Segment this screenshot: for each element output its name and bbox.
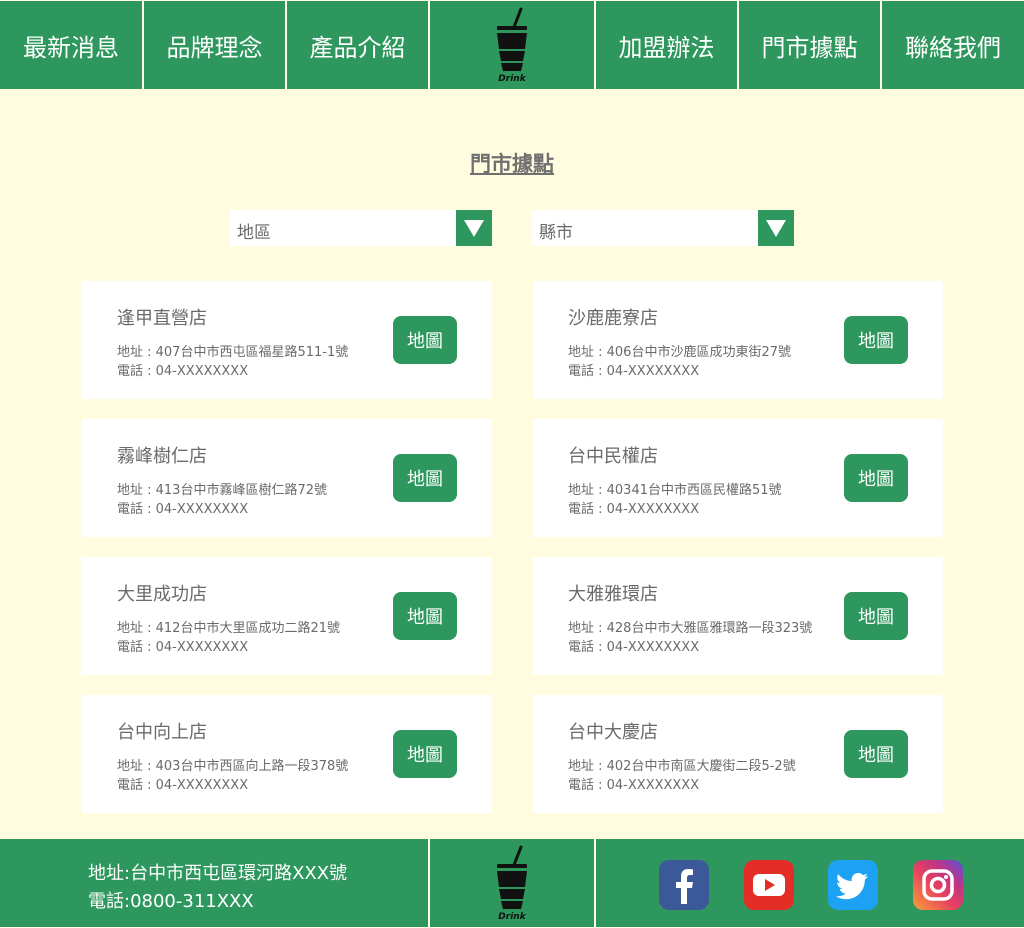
store-address: 地址 : 413台中市霧峰區樹仁路72號 [117, 483, 327, 498]
logo-text: Drink [498, 912, 526, 922]
store-name: 霧峰樹仁店 [117, 446, 207, 467]
footer-phone: 電話:0800-311XXX [88, 891, 254, 912]
store-card: 台中民權店 地址 : 40341台中市西區民權路51號 電話 : 04-XXXX… [533, 419, 943, 537]
footer-address: 地址:台中市西屯區環河路XXX號 [88, 863, 348, 884]
store-card: 大里成功店 地址 : 412台中市大里區成功二路21號 電話 : 04-XXXX… [82, 557, 492, 675]
store-name: 台中大慶店 [568, 722, 658, 743]
store-name: 逢甲直營店 [117, 308, 207, 329]
logo-text: Drink [498, 74, 526, 84]
city-select-label: 縣市 [539, 223, 573, 243]
store-phone: 電話 : 04-XXXXXXXX [568, 502, 700, 517]
region-select[interactable]: 地區 [230, 210, 492, 246]
page-title: 門市據點 [470, 152, 554, 176]
store-address: 地址 : 402台中市南區大慶街二段5-2號 [568, 759, 796, 774]
store-phone: 電話 : 04-XXXXXXXX [568, 364, 700, 379]
twitter-icon[interactable] [828, 860, 878, 910]
map-button[interactable]: 地圖 [844, 454, 908, 502]
map-button[interactable]: 地圖 [844, 592, 908, 640]
instagram-icon[interactable] [913, 860, 963, 910]
store-address: 地址 : 406台中市沙鹿區成功東街27號 [568, 345, 791, 360]
nav-item-products[interactable]: 產品介紹 [287, 1, 428, 89]
map-button[interactable]: 地圖 [844, 730, 908, 778]
map-button[interactable]: 地圖 [393, 454, 457, 502]
drink-logo-icon: Drink [497, 7, 527, 84]
store-phone: 電話 : 04-XXXXXXXX [568, 778, 700, 793]
store-card: 台中向上店 地址 : 403台中市西區向上路一段378號 電話 : 04-XXX… [82, 695, 492, 813]
store-card: 大雅雅環店 地址 : 428台中市大雅區雅環路一段323號 電話 : 04-XX… [533, 557, 943, 675]
store-name: 台中向上店 [117, 722, 207, 743]
city-select[interactable]: 縣市 [532, 210, 794, 246]
nav-item-brand[interactable]: 品牌理念 [144, 1, 285, 89]
region-select-label: 地區 [237, 223, 271, 243]
map-button[interactable]: 地圖 [393, 316, 457, 364]
footer: 地址:台中市西屯區環河路XXX號 電話:0800-311XXX Drink [0, 838, 1024, 928]
store-phone: 電話 : 04-XXXXXXXX [117, 502, 249, 517]
nav-item-franchise[interactable]: 加盟辦法 [596, 1, 737, 89]
store-phone: 電話 : 04-XXXXXXXX [568, 640, 700, 655]
chevron-down-icon[interactable] [758, 210, 794, 246]
store-address: 地址 : 40341台中市西區民權路51號 [568, 483, 782, 498]
youtube-icon[interactable] [744, 860, 794, 910]
store-address: 地址 : 407台中市西屯區福星路511-1號 [117, 345, 349, 360]
store-address: 地址 : 428台中市大雅區雅環路一段323號 [568, 621, 813, 636]
nav-label: 品牌理念 [166, 33, 263, 62]
footer-contact: 地址:台中市西屯區環河路XXX號 電話:0800-311XXX [0, 839, 428, 927]
store-card: 霧峰樹仁店 地址 : 413台中市霧峰區樹仁路72號 電話 : 04-XXXXX… [82, 419, 492, 537]
map-button[interactable]: 地圖 [393, 730, 457, 778]
top-navigation: 最新消息 品牌理念 產品介紹 Drink 加盟辦法 門市據點 聯絡我們 [0, 0, 1024, 90]
store-phone: 電話 : 04-XXXXXXXX [117, 640, 249, 655]
store-card: 沙鹿鹿寮店 地址 : 406台中市沙鹿區成功東街27號 電話 : 04-XXXX… [533, 281, 943, 399]
nav-label: 聯絡我們 [905, 33, 1001, 62]
facebook-icon[interactable] [659, 860, 709, 910]
store-address: 地址 : 403台中市西區向上路一段378號 [117, 759, 349, 774]
nav-label: 門市據點 [761, 33, 858, 62]
nav-item-news[interactable]: 最新消息 [0, 1, 142, 89]
store-name: 台中民權店 [568, 446, 658, 467]
nav-label: 加盟辦法 [618, 33, 715, 62]
store-name: 大里成功店 [117, 584, 207, 605]
store-card: 台中大慶店 地址 : 402台中市南區大慶街二段5-2號 電話 : 04-XXX… [533, 695, 943, 813]
store-phone: 電話 : 04-XXXXXXXX [117, 778, 249, 793]
nav-item-stores[interactable]: 門市據點 [739, 1, 880, 89]
store-name: 沙鹿鹿寮店 [568, 308, 658, 329]
store-card: 逢甲直營店 地址 : 407台中市西屯區福星路511-1號 電話 : 04-XX… [82, 281, 492, 399]
drink-logo-icon: Drink [497, 845, 527, 922]
store-address: 地址 : 412台中市大里區成功二路21號 [117, 621, 340, 636]
map-button[interactable]: 地圖 [393, 592, 457, 640]
logo[interactable]: Drink [430, 1, 594, 89]
nav-label: 產品介紹 [309, 33, 406, 62]
store-name: 大雅雅環店 [568, 584, 658, 605]
footer-social [596, 839, 1024, 927]
nav-label: 最新消息 [23, 33, 119, 62]
nav-item-contact[interactable]: 聯絡我們 [882, 1, 1024, 89]
store-phone: 電話 : 04-XXXXXXXX [117, 364, 249, 379]
chevron-down-icon[interactable] [456, 210, 492, 246]
footer-logo[interactable]: Drink [430, 839, 594, 927]
map-button[interactable]: 地圖 [844, 316, 908, 364]
